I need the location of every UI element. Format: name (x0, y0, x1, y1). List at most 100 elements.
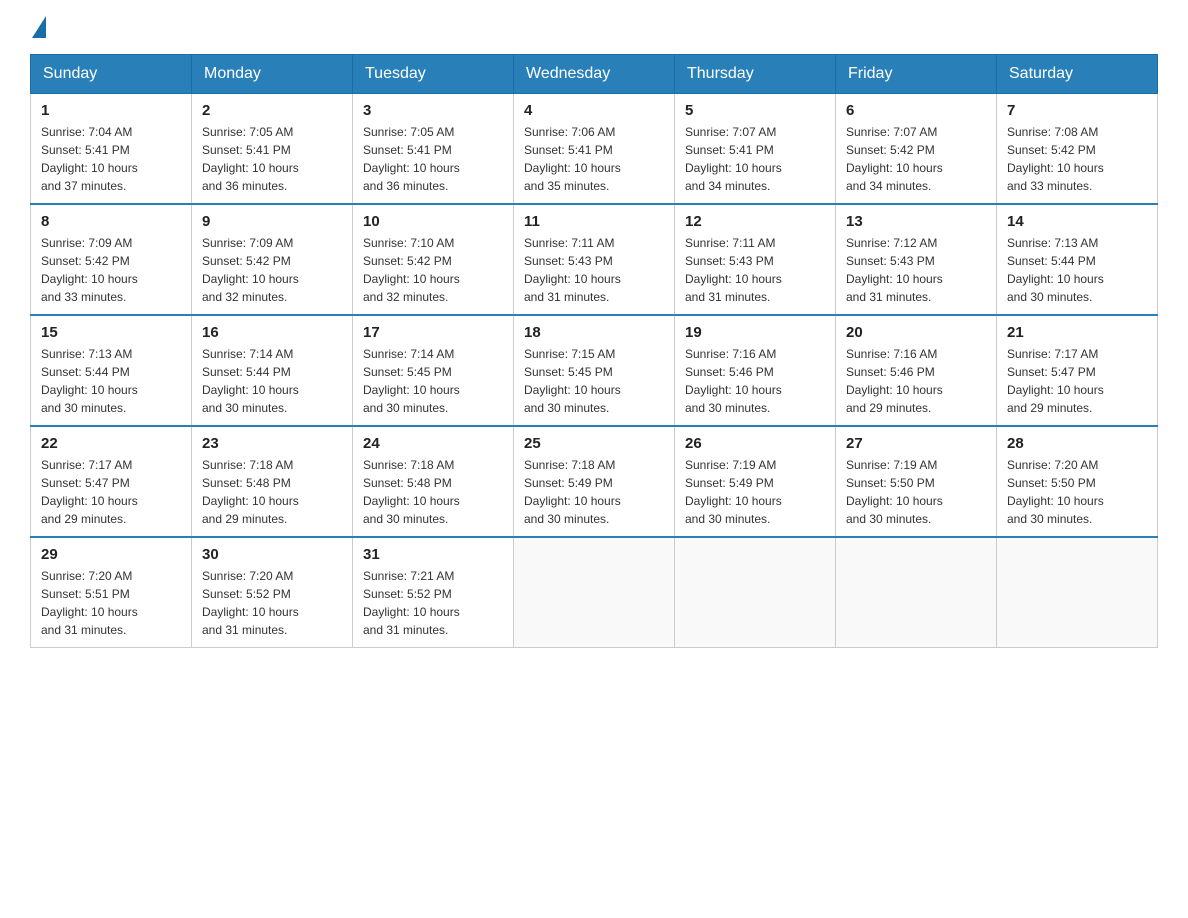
day-info: Sunrise: 7:19 AMSunset: 5:50 PMDaylight:… (846, 456, 986, 528)
day-number: 25 (524, 435, 664, 452)
day-number: 26 (685, 435, 825, 452)
day-number: 17 (363, 324, 503, 341)
calendar-cell: 2 Sunrise: 7:05 AMSunset: 5:41 PMDayligh… (192, 94, 353, 205)
day-header-thursday: Thursday (675, 55, 836, 94)
calendar-cell: 21 Sunrise: 7:17 AMSunset: 5:47 PMDaylig… (997, 315, 1158, 426)
day-info: Sunrise: 7:17 AMSunset: 5:47 PMDaylight:… (1007, 345, 1147, 417)
calendar-cell: 26 Sunrise: 7:19 AMSunset: 5:49 PMDaylig… (675, 426, 836, 537)
calendar-cell: 10 Sunrise: 7:10 AMSunset: 5:42 PMDaylig… (353, 204, 514, 315)
calendar-cell: 18 Sunrise: 7:15 AMSunset: 5:45 PMDaylig… (514, 315, 675, 426)
calendar-cell: 11 Sunrise: 7:11 AMSunset: 5:43 PMDaylig… (514, 204, 675, 315)
week-row-2: 8 Sunrise: 7:09 AMSunset: 5:42 PMDayligh… (31, 204, 1158, 315)
calendar-cell: 9 Sunrise: 7:09 AMSunset: 5:42 PMDayligh… (192, 204, 353, 315)
page-header (30, 20, 1158, 34)
day-number: 16 (202, 324, 342, 341)
day-number: 9 (202, 213, 342, 230)
day-number: 23 (202, 435, 342, 452)
calendar-cell (997, 537, 1158, 648)
day-number: 27 (846, 435, 986, 452)
day-number: 13 (846, 213, 986, 230)
day-info: Sunrise: 7:09 AMSunset: 5:42 PMDaylight:… (202, 234, 342, 306)
calendar-cell (514, 537, 675, 648)
day-header-saturday: Saturday (997, 55, 1158, 94)
day-number: 11 (524, 213, 664, 230)
calendar-cell (836, 537, 997, 648)
day-info: Sunrise: 7:14 AMSunset: 5:44 PMDaylight:… (202, 345, 342, 417)
calendar-cell: 6 Sunrise: 7:07 AMSunset: 5:42 PMDayligh… (836, 94, 997, 205)
calendar-cell: 1 Sunrise: 7:04 AMSunset: 5:41 PMDayligh… (31, 94, 192, 205)
calendar-cell: 7 Sunrise: 7:08 AMSunset: 5:42 PMDayligh… (997, 94, 1158, 205)
day-info: Sunrise: 7:20 AMSunset: 5:50 PMDaylight:… (1007, 456, 1147, 528)
day-number: 28 (1007, 435, 1147, 452)
calendar-cell: 17 Sunrise: 7:14 AMSunset: 5:45 PMDaylig… (353, 315, 514, 426)
calendar-cell (675, 537, 836, 648)
day-number: 14 (1007, 213, 1147, 230)
day-info: Sunrise: 7:13 AMSunset: 5:44 PMDaylight:… (41, 345, 181, 417)
logo (30, 20, 46, 34)
day-number: 18 (524, 324, 664, 341)
calendar-cell: 29 Sunrise: 7:20 AMSunset: 5:51 PMDaylig… (31, 537, 192, 648)
calendar-cell: 5 Sunrise: 7:07 AMSunset: 5:41 PMDayligh… (675, 94, 836, 205)
calendar-header-row: SundayMondayTuesdayWednesdayThursdayFrid… (31, 55, 1158, 94)
calendar-cell: 13 Sunrise: 7:12 AMSunset: 5:43 PMDaylig… (836, 204, 997, 315)
calendar-cell: 30 Sunrise: 7:20 AMSunset: 5:52 PMDaylig… (192, 537, 353, 648)
calendar-cell: 22 Sunrise: 7:17 AMSunset: 5:47 PMDaylig… (31, 426, 192, 537)
day-header-sunday: Sunday (31, 55, 192, 94)
day-number: 3 (363, 102, 503, 119)
day-header-wednesday: Wednesday (514, 55, 675, 94)
day-info: Sunrise: 7:21 AMSunset: 5:52 PMDaylight:… (363, 567, 503, 639)
logo-triangle-icon (32, 16, 46, 38)
day-number: 30 (202, 546, 342, 563)
day-number: 19 (685, 324, 825, 341)
day-number: 4 (524, 102, 664, 119)
calendar-cell: 31 Sunrise: 7:21 AMSunset: 5:52 PMDaylig… (353, 537, 514, 648)
day-number: 10 (363, 213, 503, 230)
day-info: Sunrise: 7:19 AMSunset: 5:49 PMDaylight:… (685, 456, 825, 528)
day-info: Sunrise: 7:07 AMSunset: 5:42 PMDaylight:… (846, 123, 986, 195)
calendar-cell: 24 Sunrise: 7:18 AMSunset: 5:48 PMDaylig… (353, 426, 514, 537)
calendar-cell: 16 Sunrise: 7:14 AMSunset: 5:44 PMDaylig… (192, 315, 353, 426)
day-info: Sunrise: 7:18 AMSunset: 5:49 PMDaylight:… (524, 456, 664, 528)
day-info: Sunrise: 7:05 AMSunset: 5:41 PMDaylight:… (202, 123, 342, 195)
day-info: Sunrise: 7:11 AMSunset: 5:43 PMDaylight:… (524, 234, 664, 306)
calendar-cell: 8 Sunrise: 7:09 AMSunset: 5:42 PMDayligh… (31, 204, 192, 315)
day-info: Sunrise: 7:12 AMSunset: 5:43 PMDaylight:… (846, 234, 986, 306)
day-number: 24 (363, 435, 503, 452)
day-number: 15 (41, 324, 181, 341)
day-info: Sunrise: 7:10 AMSunset: 5:42 PMDaylight:… (363, 234, 503, 306)
calendar-cell: 28 Sunrise: 7:20 AMSunset: 5:50 PMDaylig… (997, 426, 1158, 537)
calendar-cell: 4 Sunrise: 7:06 AMSunset: 5:41 PMDayligh… (514, 94, 675, 205)
day-info: Sunrise: 7:18 AMSunset: 5:48 PMDaylight:… (363, 456, 503, 528)
day-number: 21 (1007, 324, 1147, 341)
week-row-1: 1 Sunrise: 7:04 AMSunset: 5:41 PMDayligh… (31, 94, 1158, 205)
day-number: 31 (363, 546, 503, 563)
calendar-cell: 19 Sunrise: 7:16 AMSunset: 5:46 PMDaylig… (675, 315, 836, 426)
calendar-cell: 3 Sunrise: 7:05 AMSunset: 5:41 PMDayligh… (353, 94, 514, 205)
day-number: 5 (685, 102, 825, 119)
day-info: Sunrise: 7:09 AMSunset: 5:42 PMDaylight:… (41, 234, 181, 306)
day-info: Sunrise: 7:07 AMSunset: 5:41 PMDaylight:… (685, 123, 825, 195)
day-number: 8 (41, 213, 181, 230)
day-number: 20 (846, 324, 986, 341)
calendar-cell: 14 Sunrise: 7:13 AMSunset: 5:44 PMDaylig… (997, 204, 1158, 315)
day-header-friday: Friday (836, 55, 997, 94)
day-info: Sunrise: 7:18 AMSunset: 5:48 PMDaylight:… (202, 456, 342, 528)
day-info: Sunrise: 7:14 AMSunset: 5:45 PMDaylight:… (363, 345, 503, 417)
day-info: Sunrise: 7:16 AMSunset: 5:46 PMDaylight:… (685, 345, 825, 417)
day-number: 6 (846, 102, 986, 119)
day-info: Sunrise: 7:20 AMSunset: 5:51 PMDaylight:… (41, 567, 181, 639)
day-info: Sunrise: 7:17 AMSunset: 5:47 PMDaylight:… (41, 456, 181, 528)
day-info: Sunrise: 7:05 AMSunset: 5:41 PMDaylight:… (363, 123, 503, 195)
day-info: Sunrise: 7:08 AMSunset: 5:42 PMDaylight:… (1007, 123, 1147, 195)
day-number: 2 (202, 102, 342, 119)
day-header-tuesday: Tuesday (353, 55, 514, 94)
day-number: 1 (41, 102, 181, 119)
day-info: Sunrise: 7:04 AMSunset: 5:41 PMDaylight:… (41, 123, 181, 195)
day-info: Sunrise: 7:15 AMSunset: 5:45 PMDaylight:… (524, 345, 664, 417)
calendar-cell: 27 Sunrise: 7:19 AMSunset: 5:50 PMDaylig… (836, 426, 997, 537)
calendar-cell: 12 Sunrise: 7:11 AMSunset: 5:43 PMDaylig… (675, 204, 836, 315)
week-row-3: 15 Sunrise: 7:13 AMSunset: 5:44 PMDaylig… (31, 315, 1158, 426)
day-info: Sunrise: 7:06 AMSunset: 5:41 PMDaylight:… (524, 123, 664, 195)
calendar-table: SundayMondayTuesdayWednesdayThursdayFrid… (30, 54, 1158, 648)
day-number: 22 (41, 435, 181, 452)
